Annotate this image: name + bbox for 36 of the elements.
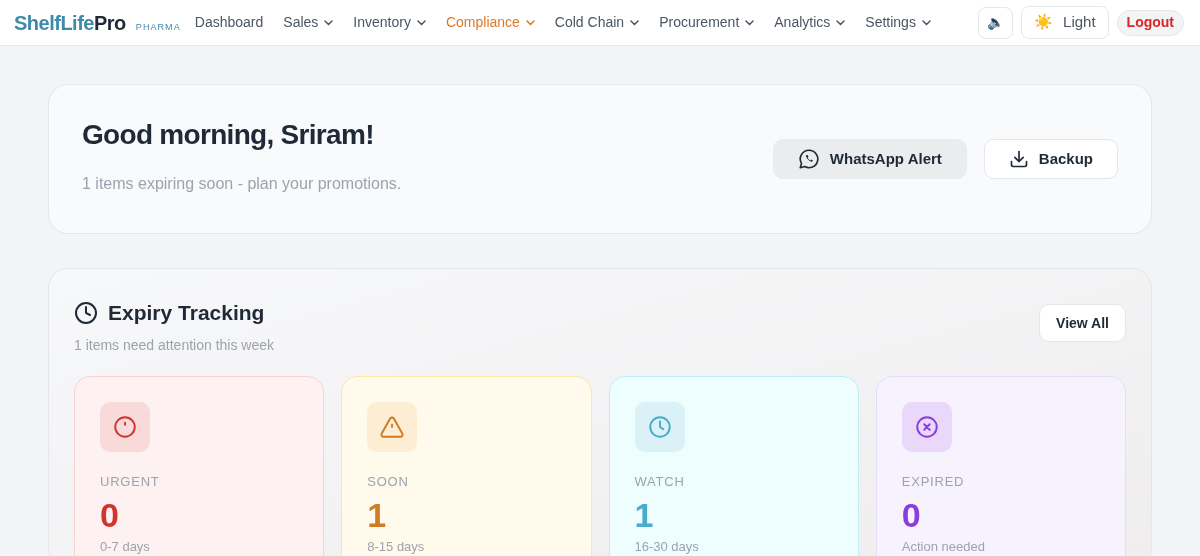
- clock-icon: [634, 401, 685, 452]
- section-title: Expiry Tracking: [108, 300, 265, 326]
- stat-label: SOON: [367, 472, 410, 491]
- stat-range: 16-30 days: [634, 538, 700, 556]
- sound-button[interactable]: 🔈: [978, 6, 1014, 39]
- stat-range: 8-15 days: [367, 538, 426, 556]
- download-icon: [1008, 149, 1029, 169]
- stat-count: 0: [100, 495, 120, 535]
- stat-label: EXPIRED: [901, 472, 966, 491]
- nav-link[interactable]: Sales: [273, 6, 344, 39]
- brand-logo[interactable]: ShelfLifePro: [14, 7, 126, 38]
- nav-link[interactable]: Dashboard: [184, 6, 274, 39]
- nav-link[interactable]: Inventory: [343, 6, 436, 39]
- nav-link[interactable]: Analytics: [764, 6, 856, 39]
- nav-link[interactable]: Settings: [855, 6, 941, 39]
- brand-tag: PHARMA: [135, 20, 181, 34]
- stat-count: 1: [367, 495, 388, 535]
- sun-icon: ☀: [1034, 11, 1054, 34]
- clock-icon: [74, 300, 98, 325]
- stat-count: 0: [901, 495, 922, 535]
- stat-label: WATCH: [634, 472, 686, 491]
- nav-link[interactable]: Cold Chain: [544, 6, 650, 39]
- stat-count: 1: [634, 495, 655, 535]
- nav-link[interactable]: Procurement: [649, 6, 765, 39]
- backup-button[interactable]: Backup: [983, 139, 1118, 179]
- greeting-title: Good morning, Sriram!: [82, 118, 375, 152]
- section-subtitle: 1 items need attention this week: [74, 335, 274, 355]
- stat-range: 0-7 days: [100, 538, 151, 556]
- theme-toggle-button[interactable]: ☀ Light: [1021, 6, 1109, 39]
- logout-button[interactable]: Logout: [1116, 9, 1184, 36]
- stat-range: Action needed: [901, 538, 986, 556]
- view-all-button[interactable]: View All: [1039, 304, 1126, 342]
- greeting-subtitle: 1 items expiring soon - plan your promotions.: [82, 174, 402, 194]
- chat-bubble-icon: [797, 148, 820, 170]
- whatsapp-alert-button[interactable]: WhatsApp Alert: [772, 139, 967, 179]
- stat-label: URGENT: [100, 472, 161, 491]
